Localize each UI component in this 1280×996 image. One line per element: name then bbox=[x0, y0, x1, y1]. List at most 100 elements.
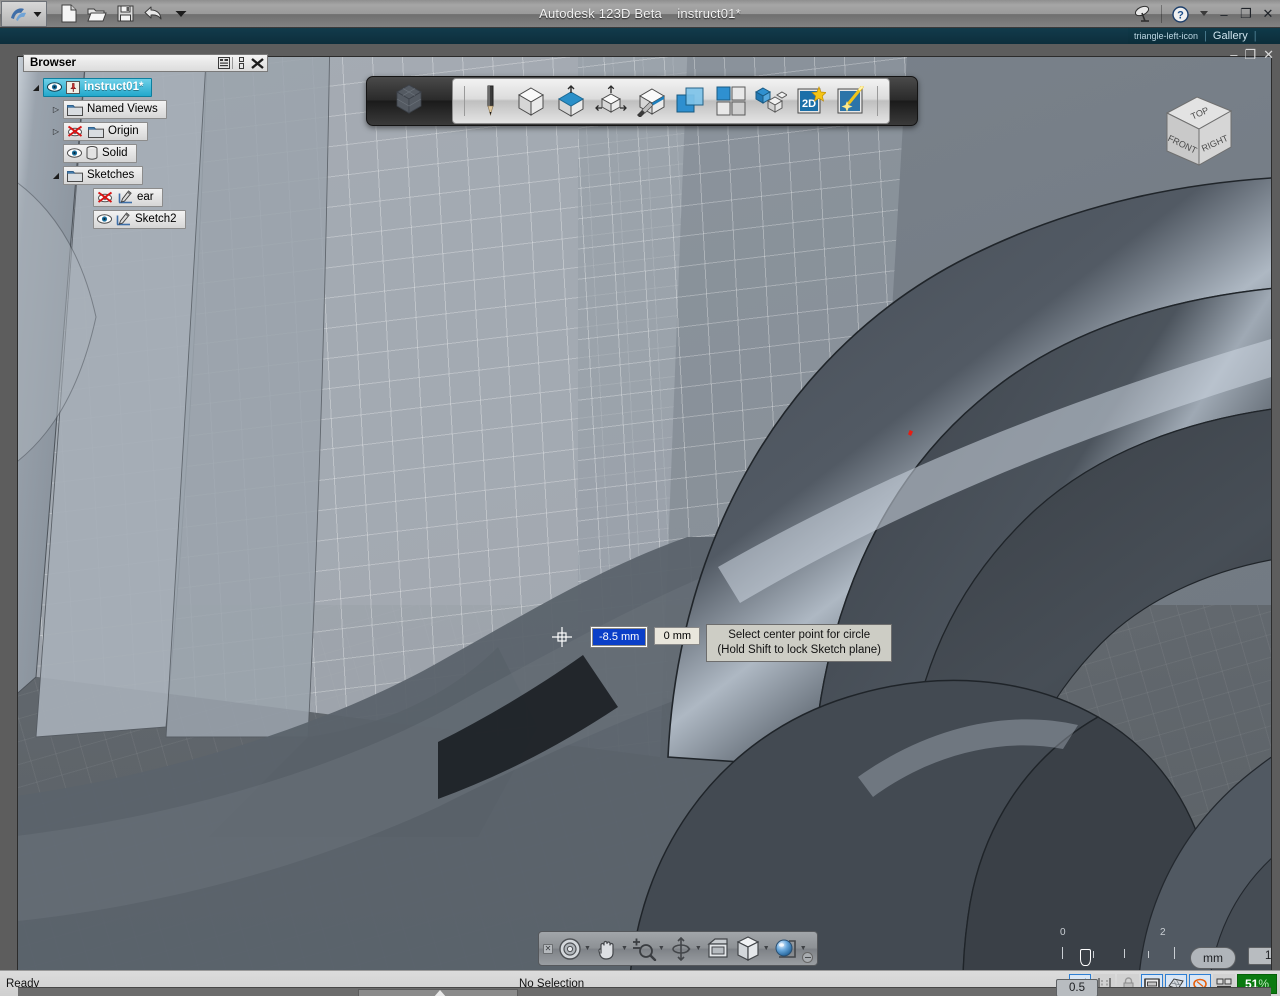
toolbar-logo-cap[interactable] bbox=[369, 78, 450, 124]
scale-max-input[interactable]: 10 bbox=[1248, 947, 1272, 965]
sidebar-item-instruct01[interactable]: instruct01* bbox=[43, 78, 152, 97]
chevron-down-icon[interactable]: ▼ bbox=[584, 945, 591, 952]
browser-title: Browser bbox=[26, 57, 216, 69]
cube-arrows-icon bbox=[595, 85, 627, 117]
pattern-tool[interactable] bbox=[634, 83, 668, 119]
eye-hidden-icon[interactable] bbox=[67, 125, 84, 138]
view-style-button[interactable]: ▼ bbox=[732, 936, 772, 962]
scale-slider-handle[interactable] bbox=[1080, 949, 1091, 966]
sidebar-item-label: Sketches bbox=[87, 169, 134, 181]
window-close-button[interactable]: ✕ bbox=[1260, 6, 1276, 22]
doc-close-button[interactable]: ✕ bbox=[1263, 48, 1274, 61]
open-document-button[interactable] bbox=[85, 3, 109, 25]
scale-unit-button[interactable]: mm bbox=[1190, 947, 1236, 969]
group-tool[interactable] bbox=[714, 83, 748, 119]
dock-pin-icon bbox=[238, 57, 245, 69]
x-dimension-input[interactable]: -8.5 mm bbox=[592, 628, 646, 646]
document-pin-icon bbox=[66, 81, 80, 94]
help-dropdown-caret[interactable] bbox=[1198, 3, 1210, 25]
divider: | bbox=[1204, 30, 1207, 42]
zoom-button[interactable]: ▼ bbox=[631, 936, 667, 962]
chevron-down-icon[interactable]: ▼ bbox=[695, 945, 702, 952]
pan-button[interactable]: ▼ bbox=[594, 936, 630, 962]
eye-hidden-icon[interactable] bbox=[97, 191, 114, 204]
tree-row: ▷ Origin bbox=[23, 120, 268, 142]
doc-minimize-button[interactable]: – bbox=[1230, 48, 1237, 61]
app-title-text: Autodesk 123D Beta bbox=[539, 6, 662, 21]
sketch-tool[interactable] bbox=[474, 83, 508, 119]
tree-expand-toggle[interactable]: ◢ bbox=[29, 83, 43, 92]
browser-panel: Browser bbox=[23, 54, 268, 230]
window-maximize-button[interactable]: ❐ bbox=[1238, 6, 1254, 22]
primitives-tool[interactable] bbox=[514, 83, 548, 119]
browser-dock-button[interactable] bbox=[233, 56, 249, 70]
orbit-wheel-icon bbox=[557, 936, 583, 962]
modify-tool[interactable] bbox=[594, 83, 628, 119]
sidebar-item-label: Origin bbox=[108, 125, 139, 137]
window-display-button[interactable] bbox=[705, 936, 731, 962]
scale-value-input[interactable]: 0.5 bbox=[1056, 979, 1098, 996]
eye-icon[interactable] bbox=[67, 147, 82, 159]
y-dimension-input[interactable]: 0 mm bbox=[654, 627, 700, 645]
tree-expand-toggle[interactable]: ▷ bbox=[49, 127, 63, 136]
gallery-label[interactable]: Gallery bbox=[1213, 30, 1248, 42]
caret-down-icon bbox=[175, 10, 187, 18]
doc-restore-button[interactable]: ❐ bbox=[1244, 48, 1256, 61]
sidebar-item-sketches[interactable]: Sketches bbox=[63, 166, 143, 185]
browser-close-button[interactable] bbox=[249, 56, 265, 70]
navigation-bar: ✕ ▼ ▼ bbox=[538, 931, 818, 966]
tree-row: ◢ Sketches bbox=[23, 164, 268, 186]
dimension-input-group: -8.5 mm 0 mm Select center point for cir… bbox=[590, 626, 892, 662]
gallery-panel-header[interactable]: triangle-left-icon | Gallery | bbox=[1128, 28, 1280, 44]
sidebar-item-origin[interactable]: Origin bbox=[63, 122, 148, 141]
x-input-wrapper: -8.5 mm bbox=[590, 626, 648, 648]
chevron-down-icon[interactable]: ▼ bbox=[800, 945, 807, 952]
quick-access-overflow-button[interactable] bbox=[169, 3, 193, 25]
pencil-icon bbox=[484, 85, 497, 117]
smart-tool[interactable] bbox=[834, 83, 868, 119]
main-toolbar: 2D bbox=[366, 76, 918, 126]
combine-tool[interactable] bbox=[674, 83, 708, 119]
tree-expand-toggle[interactable]: ◢ bbox=[49, 171, 63, 180]
sidebar-item-solid[interactable]: Solid bbox=[63, 144, 137, 163]
orbit-button[interactable]: ▼ bbox=[668, 936, 704, 962]
tooltip-line-1: Select center point for circle bbox=[717, 628, 881, 643]
tree-expand-toggle[interactable]: ▷ bbox=[49, 105, 63, 114]
drawing-2d-tool[interactable]: 2D bbox=[794, 83, 828, 119]
app-logo-button[interactable] bbox=[1, 1, 47, 27]
navbar-close-button[interactable]: ✕ bbox=[543, 944, 553, 954]
chevron-down-icon[interactable]: ▼ bbox=[621, 945, 628, 952]
triangle-left-icon[interactable]: triangle-left-icon bbox=[1134, 31, 1198, 41]
construct-tool[interactable] bbox=[554, 83, 588, 119]
assemble-tool[interactable] bbox=[754, 83, 788, 119]
sidebar-item-ear[interactable]: ear bbox=[93, 188, 163, 207]
undo-button[interactable] bbox=[141, 3, 165, 25]
chevron-down-icon[interactable]: ▼ bbox=[763, 945, 770, 952]
eye-icon[interactable] bbox=[97, 213, 112, 225]
steering-wheel-button[interactable]: ▼ bbox=[557, 936, 593, 962]
sidebar-item-label: Solid bbox=[102, 147, 128, 159]
navbar-drag-grip[interactable] bbox=[802, 952, 813, 963]
share-satellite-button[interactable] bbox=[1131, 3, 1155, 25]
browser-panel-header: Browser bbox=[23, 54, 268, 72]
quick-access-toolbar bbox=[57, 3, 193, 25]
save-document-button[interactable] bbox=[113, 3, 137, 25]
browser-filter-button[interactable] bbox=[216, 56, 232, 70]
scrollbar-marker bbox=[433, 990, 447, 996]
window-display-icon bbox=[705, 936, 731, 962]
sidebar-item-sketch2[interactable]: Sketch2 bbox=[93, 210, 186, 229]
view-cube[interactable]: TOP FRONT RIGHT bbox=[1151, 85, 1243, 177]
question-circle-icon: ? bbox=[1172, 6, 1189, 23]
chevron-down-icon[interactable]: ▼ bbox=[658, 945, 665, 952]
gallery-bar-background bbox=[0, 28, 1280, 44]
window-minimize-button[interactable]: – bbox=[1216, 6, 1232, 22]
sketch-pencil-icon bbox=[118, 190, 133, 204]
help-button[interactable]: ? bbox=[1168, 3, 1192, 25]
tooltip-line-2: (Hold Shift to lock Sketch plane) bbox=[717, 643, 881, 658]
sidebar-item-named-views[interactable]: Named Views bbox=[63, 100, 167, 119]
sidebar-item-label: ear bbox=[137, 191, 154, 203]
pan-hand-icon bbox=[594, 936, 620, 962]
eye-icon[interactable] bbox=[47, 81, 62, 93]
ruler-tick bbox=[1148, 951, 1149, 958]
new-document-button[interactable] bbox=[57, 3, 81, 25]
